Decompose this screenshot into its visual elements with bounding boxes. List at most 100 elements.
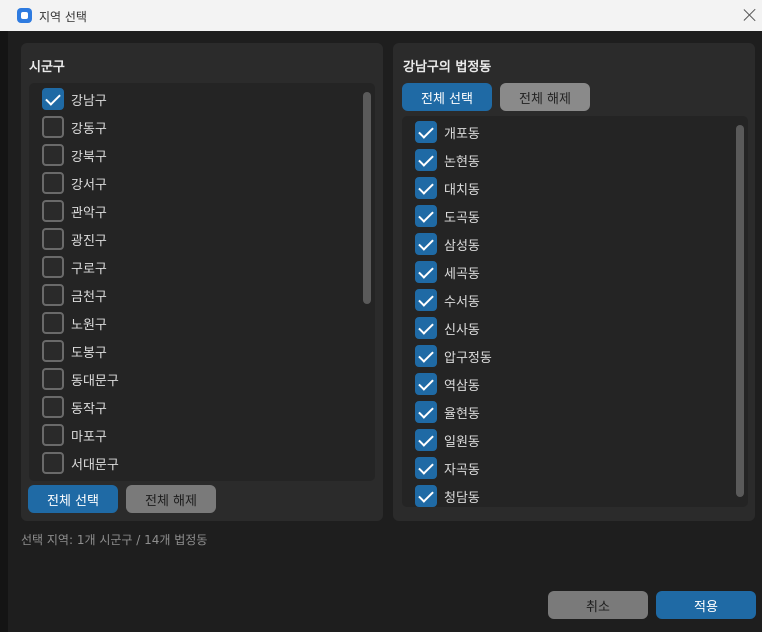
district-scrollbar[interactable]: [363, 92, 371, 304]
title-bar: 지역 선택: [0, 0, 762, 31]
dong-row[interactable]: 신사동: [415, 314, 480, 342]
checkbox-unchecked[interactable]: [42, 312, 64, 334]
checkbox-checked[interactable]: [415, 205, 437, 227]
window-title: 지역 선택: [39, 10, 87, 24]
dong-row[interactable]: 삼성동: [415, 230, 480, 258]
apply-button[interactable]: 적용: [656, 591, 756, 619]
district-row[interactable]: 광진구: [42, 225, 107, 253]
dong-label: 개포동: [444, 126, 480, 142]
district-select-all-button[interactable]: 전체 선택: [28, 485, 118, 513]
district-row[interactable]: 구로구: [42, 253, 107, 281]
dong-label: 논현동: [444, 154, 480, 170]
dong-label: 압구정동: [444, 350, 492, 366]
dong-label: 신사동: [444, 322, 480, 338]
district-label: 도봉구: [71, 345, 107, 361]
close-icon[interactable]: [742, 7, 758, 23]
checkbox-unchecked[interactable]: [42, 368, 64, 390]
district-panel-title: 시군구: [29, 60, 65, 75]
dong-label: 도곡동: [444, 210, 480, 226]
checkbox-checked[interactable]: [415, 233, 437, 255]
checkbox-checked[interactable]: [415, 177, 437, 199]
dong-deselect-all-button[interactable]: 전체 해제: [500, 83, 590, 111]
dong-list[interactable]: 개포동논현동대치동도곡동삼성동세곡동수서동신사동압구정동역삼동율현동일원동자곡동…: [402, 116, 748, 507]
district-label: 관악구: [71, 205, 107, 221]
district-label: 서대문구: [71, 457, 119, 473]
district-row[interactable]: 강남구: [42, 85, 107, 113]
app-icon: [17, 8, 32, 23]
checkbox-unchecked[interactable]: [42, 256, 64, 278]
district-label: 광진구: [71, 233, 107, 249]
dong-panel-title: 강남구의 법정동: [403, 60, 492, 75]
district-row[interactable]: 노원구: [42, 309, 107, 337]
district-row[interactable]: 동작구: [42, 393, 107, 421]
district-row[interactable]: 강서구: [42, 169, 107, 197]
checkbox-checked[interactable]: [415, 485, 437, 507]
district-deselect-all-button[interactable]: 전체 해제: [126, 485, 216, 513]
dong-label: 청담동: [444, 490, 480, 506]
checkbox-checked[interactable]: [42, 88, 64, 110]
checkbox-unchecked[interactable]: [42, 424, 64, 446]
checkbox-unchecked[interactable]: [42, 172, 64, 194]
checkbox-unchecked[interactable]: [42, 116, 64, 138]
checkbox-checked[interactable]: [415, 261, 437, 283]
checkbox-unchecked[interactable]: [42, 452, 64, 474]
district-row[interactable]: 동대문구: [42, 365, 119, 393]
checkbox-checked[interactable]: [415, 149, 437, 171]
dong-label: 율현동: [444, 406, 480, 422]
checkbox-unchecked[interactable]: [42, 340, 64, 362]
district-row[interactable]: 마포구: [42, 421, 107, 449]
dong-panel: 강남구의 법정동 전체 선택 전체 해제 개포동논현동대치동도곡동삼성동세곡동수…: [393, 43, 755, 521]
district-label: 노원구: [71, 317, 107, 333]
checkbox-checked[interactable]: [415, 373, 437, 395]
dong-row[interactable]: 대치동: [415, 174, 480, 202]
checkbox-unchecked[interactable]: [42, 284, 64, 306]
dong-label: 세곡동: [444, 266, 480, 282]
dong-row[interactable]: 일원동: [415, 426, 480, 454]
district-list[interactable]: 강남구강동구강북구강서구관악구광진구구로구금천구노원구도봉구동대문구동작구마포구…: [29, 83, 375, 481]
dong-row[interactable]: 수서동: [415, 286, 480, 314]
checkbox-checked[interactable]: [415, 457, 437, 479]
checkbox-checked[interactable]: [415, 121, 437, 143]
district-panel: 시군구 강남구강동구강북구강서구관악구광진구구로구금천구노원구도봉구동대문구동작…: [21, 43, 383, 521]
checkbox-checked[interactable]: [415, 345, 437, 367]
district-row[interactable]: 강동구: [42, 113, 107, 141]
dong-scrollbar[interactable]: [736, 125, 744, 497]
district-label: 강북구: [71, 149, 107, 165]
dong-row[interactable]: 개포동: [415, 118, 480, 146]
district-row[interactable]: 관악구: [42, 197, 107, 225]
checkbox-unchecked[interactable]: [42, 200, 64, 222]
dong-row[interactable]: 세곡동: [415, 258, 480, 286]
checkbox-checked[interactable]: [415, 429, 437, 451]
checkbox-unchecked[interactable]: [42, 144, 64, 166]
checkbox-checked[interactable]: [415, 289, 437, 311]
district-label: 구로구: [71, 261, 107, 277]
dong-label: 일원동: [444, 434, 480, 450]
selection-status: 선택 지역: 1개 시군구 / 14개 법정동: [21, 533, 208, 547]
dong-select-all-button[interactable]: 전체 선택: [402, 83, 492, 111]
district-label: 마포구: [71, 429, 107, 445]
checkbox-checked[interactable]: [415, 401, 437, 423]
cancel-button[interactable]: 취소: [548, 591, 648, 619]
checkbox-unchecked[interactable]: [42, 396, 64, 418]
window-edge: [0, 31, 8, 632]
dong-row[interactable]: 자곡동: [415, 454, 480, 482]
dong-label: 대치동: [444, 182, 480, 198]
district-label: 강서구: [71, 177, 107, 193]
district-row[interactable]: 서대문구: [42, 449, 119, 477]
dong-row[interactable]: 청담동: [415, 482, 480, 507]
dong-label: 역삼동: [444, 378, 480, 394]
dong-row[interactable]: 논현동: [415, 146, 480, 174]
district-row[interactable]: 강북구: [42, 141, 107, 169]
district-row[interactable]: 도봉구: [42, 337, 107, 365]
district-label: 동대문구: [71, 373, 119, 389]
dong-row[interactable]: 율현동: [415, 398, 480, 426]
dong-row[interactable]: 압구정동: [415, 342, 492, 370]
dong-row[interactable]: 도곡동: [415, 202, 480, 230]
dong-label: 자곡동: [444, 462, 480, 478]
checkbox-unchecked[interactable]: [42, 228, 64, 250]
dong-row[interactable]: 역삼동: [415, 370, 480, 398]
district-label: 동작구: [71, 401, 107, 417]
district-label: 강남구: [71, 93, 107, 109]
checkbox-checked[interactable]: [415, 317, 437, 339]
district-row[interactable]: 금천구: [42, 281, 107, 309]
